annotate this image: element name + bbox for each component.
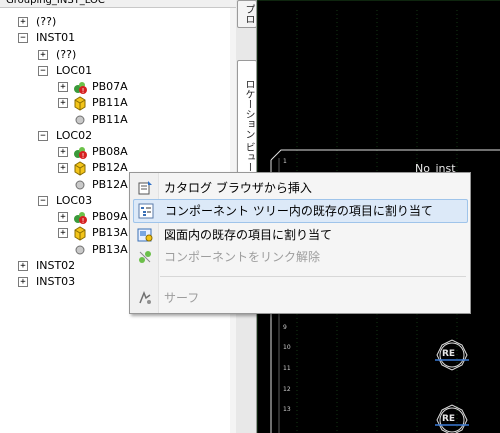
menu-item-2[interactable]: コンポーネント ツリー内の既存の項目に割り当て (133, 199, 468, 223)
re-symbol-label-1: RE (442, 349, 456, 359)
tree-node-label: LOC02 (56, 128, 93, 142)
tree-node-label: PB11A (92, 96, 128, 110)
menu-item-label: サーフ (164, 291, 200, 305)
expand-icon[interactable]: + (58, 163, 68, 174)
menu-item-label: カタログ ブラウザから挿入 (164, 181, 312, 195)
menu-item-label: 図面内の既存の項目に割り当て (164, 228, 333, 242)
menu-item-4[interactable]: コンポーネントをリンク解除 (133, 246, 466, 268)
collapse-icon[interactable]: − (38, 195, 48, 206)
assign-drawing-icon (137, 227, 153, 243)
expand-icon[interactable]: + (18, 17, 28, 27)
tree-node-label: PB07A (92, 80, 128, 93)
tree-node-label: INST01 (36, 31, 76, 45)
tree-node-label: PB11A (92, 112, 128, 126)
menu-item-1[interactable]: カタログ ブラウザから挿入 (133, 177, 466, 199)
expand-icon[interactable]: + (18, 260, 28, 271)
menu-item-label: コンポーネント ツリー内の既存の項目に割り当て (165, 204, 433, 218)
catalog-insert-icon (137, 180, 153, 196)
tree-node[interactable]: + PB11A (0, 95, 230, 111)
tree-node-label: PB13A (92, 226, 128, 240)
tab-project[interactable]: プロ (237, 0, 257, 28)
tree-node[interactable]: − LOC01 (0, 63, 230, 79)
tree-node[interactable]: PB11A (0, 112, 230, 128)
re-symbol-label-2: RE (442, 414, 456, 424)
expand-icon[interactable]: + (38, 49, 48, 60)
tree-node[interactable]: − INST01 (0, 30, 230, 46)
tree-node-label: LOC03 (56, 193, 93, 207)
tree-node[interactable]: +! PB08A (0, 144, 230, 160)
expand-icon[interactable]: + (58, 147, 68, 157)
row-number: 13 (283, 406, 291, 414)
unlink-icon (137, 249, 153, 265)
expand-icon[interactable]: + (58, 228, 68, 239)
menu-item-3[interactable]: 図面内の既存の項目に割り当て (133, 224, 466, 246)
row-number: 9 (283, 323, 287, 331)
tree-node[interactable]: + (??) (0, 14, 230, 30)
row-number: 10 (283, 344, 291, 352)
menu-item-5[interactable]: サーフ (133, 287, 466, 309)
tree-node-label: INST03 (36, 275, 76, 288)
tree-node-label: LOC01 (56, 63, 93, 77)
expand-icon[interactable]: + (58, 98, 68, 109)
tree-node[interactable]: + (??) (0, 47, 230, 63)
expand-icon[interactable]: + (18, 277, 28, 287)
expand-icon[interactable]: + (58, 82, 68, 92)
svg-text:!: ! (82, 217, 85, 225)
tree-node[interactable]: − LOC02 (0, 128, 230, 144)
tree-header: Grouping_INST_LOC (0, 0, 240, 8)
tree-node-label: PB12A (92, 177, 128, 191)
assign-tree-icon (138, 203, 154, 219)
tree-node-label: INST02 (36, 258, 76, 272)
row-number: 11 (283, 365, 291, 372)
menu-separator (160, 276, 466, 277)
tree-node-label: PB12A (92, 161, 128, 175)
tree-node-label: (??) (36, 15, 57, 28)
svg-text:!: ! (82, 87, 85, 95)
tree-node-label: PB13A (92, 242, 128, 256)
menu-item-label: コンポーネントをリンク解除 (164, 250, 321, 264)
row-number: 12 (283, 385, 291, 393)
collapse-icon[interactable]: − (38, 130, 48, 141)
tree-node[interactable]: +! PB07A (0, 79, 230, 95)
row-number: 1 (283, 158, 287, 165)
collapse-icon[interactable]: − (38, 65, 48, 76)
surf-icon (137, 290, 153, 306)
collapse-icon[interactable]: − (18, 33, 28, 44)
tree-node-label: (??) (56, 47, 77, 61)
expand-icon[interactable]: + (58, 212, 68, 222)
tree-node-label: PB08A (92, 145, 128, 158)
context-menu: カタログ ブラウザから挿入コンポーネント ツリー内の既存の項目に割り当て 図面内の… (129, 172, 471, 314)
tree-node-label: PB09A (92, 210, 128, 223)
svg-text:!: ! (82, 152, 85, 160)
